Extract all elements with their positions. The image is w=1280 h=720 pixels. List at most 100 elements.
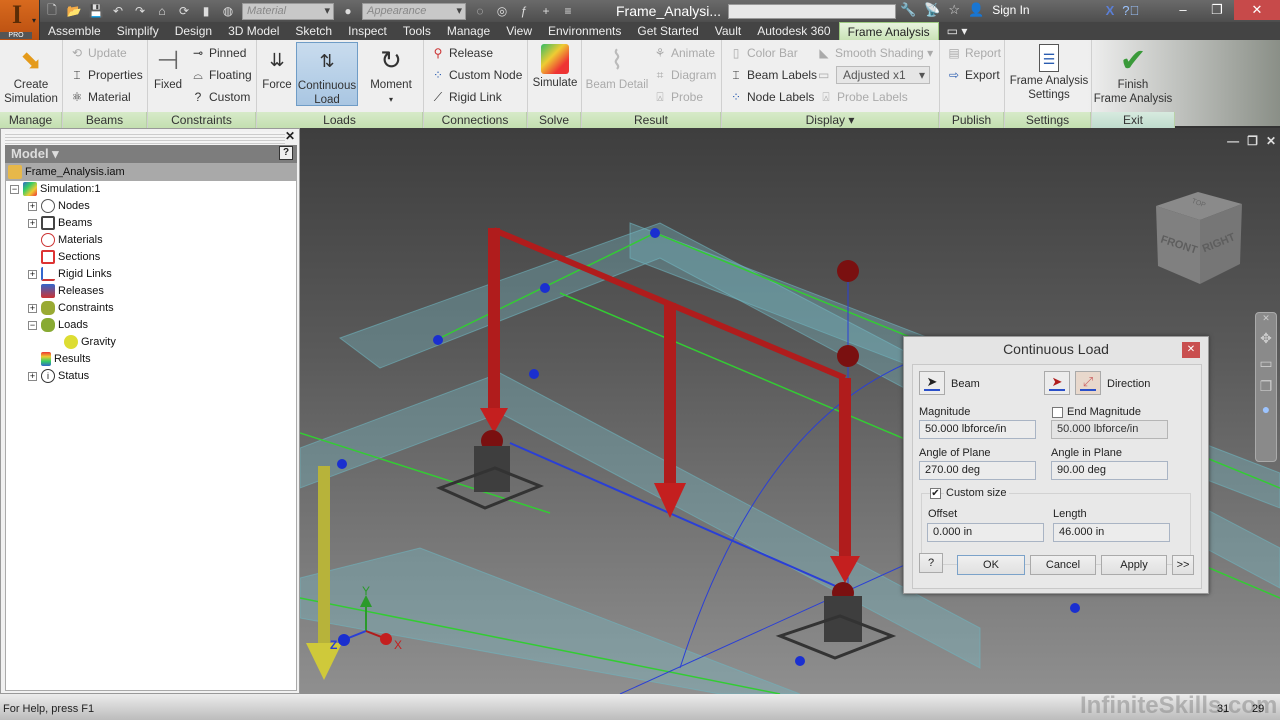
diagram-button[interactable]: ⌗ Diagram <box>652 66 717 84</box>
report-button[interactable]: ▤ Report <box>946 44 1001 62</box>
rigid-link-button[interactable]: ⟋ Rigid Link <box>430 88 502 106</box>
end-magnitude-input[interactable]: 50.000 lbforce/in <box>1051 420 1168 439</box>
expand-icon[interactable]: + <box>28 218 37 228</box>
pan-icon[interactable]: ▭ <box>1256 355 1276 372</box>
magnitude-input[interactable]: 50.000 lbforce/in <box>919 420 1036 439</box>
tree-item-releases[interactable]: Releases <box>41 283 104 300</box>
restore-button[interactable]: ❐ <box>1200 0 1234 20</box>
exchange-icon[interactable]: X <box>1106 3 1115 18</box>
close-window-button[interactable]: ✕ <box>1234 0 1280 20</box>
expand-icon[interactable]: + <box>28 201 37 211</box>
angle-in-plane-input[interactable]: 90.00 deg <box>1051 461 1168 480</box>
viewport-close-icon[interactable]: ✕ <box>1266 134 1276 148</box>
ok-button[interactable]: OK <box>957 555 1025 575</box>
tab-environments[interactable]: Environments <box>540 22 629 40</box>
length-input[interactable]: 46.000 in <box>1053 523 1170 542</box>
probe-button[interactable]: ⍓ Probe <box>652 88 703 106</box>
tab-sketch[interactable]: Sketch <box>287 22 340 40</box>
tab-inspect[interactable]: Inspect <box>340 22 395 40</box>
node-labels-button[interactable]: ⁘ Node Labels <box>728 88 814 106</box>
frame-analysis-settings-button[interactable]: ☰ Frame Analysis Settings <box>1007 42 1091 102</box>
browser-header-dropdown[interactable]: Model ▾ <box>5 145 297 163</box>
star-icon[interactable]: ☆ <box>948 2 960 18</box>
expand-icon[interactable]: + <box>28 371 37 381</box>
zoom-icon[interactable]: ❐ <box>1256 378 1276 395</box>
tab-design[interactable]: Design <box>167 22 220 40</box>
add-icon[interactable]: + <box>538 4 554 18</box>
floating-button[interactable]: ⌓ Floating <box>190 66 251 84</box>
end-magnitude-checkbox[interactable] <box>1052 407 1063 418</box>
release-button[interactable]: ⚲ Release <box>430 44 493 62</box>
tab-autodesk-360[interactable]: Autodesk 360 <box>749 22 838 40</box>
flip-direction-button[interactable]: ⤢ <box>1075 371 1101 395</box>
update-button[interactable]: ⟲ Update <box>69 44 127 62</box>
force-button[interactable]: ⇊ Force <box>259 42 295 92</box>
viewcube[interactable]: TOP FRONT RIGHT <box>1152 188 1244 288</box>
custom-node-button[interactable]: ⁘ Custom Node <box>430 66 522 84</box>
tab-manage[interactable]: Manage <box>439 22 498 40</box>
tree-item-gravity[interactable]: Gravity <box>64 334 116 351</box>
parameters-icon[interactable]: ƒ <box>516 4 532 18</box>
material-button[interactable]: ⚛ Material <box>69 88 131 106</box>
create-simulation-button[interactable]: ⬊ Create Simulation <box>2 42 60 106</box>
continuous-load-button[interactable]: ⇅ Continuous Load <box>296 42 358 106</box>
pinned-button[interactable]: ⊸ Pinned <box>190 44 246 62</box>
dialog-help-button[interactable]: ? <box>919 553 943 573</box>
tree-item-nodes[interactable]: + Nodes <box>28 198 90 215</box>
browser-close-icon[interactable]: ✕ <box>285 129 295 143</box>
user-icon[interactable]: 👤 <box>968 2 984 18</box>
tree-item-sections[interactable]: Sections <box>41 249 100 266</box>
expand-icon[interactable]: + <box>28 269 37 279</box>
tab-tools[interactable]: Tools <box>395 22 439 40</box>
tree-item-materials[interactable]: Materials <box>41 232 103 249</box>
navigation-bar[interactable]: ✕ ✥ ▭ ❐ ● <box>1255 312 1277 462</box>
simulate-button[interactable]: Simulate <box>530 42 580 90</box>
navbar-close-icon[interactable]: ✕ <box>1256 313 1276 324</box>
customize-icon[interactable]: ≡ <box>560 4 576 18</box>
appearance-combo[interactable]: Appearance <box>362 2 466 20</box>
collapse-icon[interactable]: − <box>28 320 37 330</box>
collapse-icon[interactable]: − <box>10 184 19 194</box>
tab-vault[interactable]: Vault <box>707 22 749 40</box>
select-icon[interactable]: ▮ <box>198 4 214 18</box>
adjust-icon[interactable]: ◎ <box>494 4 510 18</box>
help-icon[interactable]: ?⃝ <box>1122 3 1139 18</box>
tree-item-simulation[interactable]: − Simulation:1 <box>10 181 101 198</box>
direction-select-button[interactable]: ➤ <box>1044 371 1070 395</box>
color-bar-button[interactable]: ▯ Color Bar <box>728 44 798 62</box>
help-search-input[interactable] <box>728 4 896 19</box>
subscription-icon[interactable]: 📡 <box>924 2 940 18</box>
update-icon[interactable]: ⟳ <box>176 4 192 18</box>
beam-detail-button[interactable]: ⌇ Beam Detail <box>584 42 650 92</box>
tab-get-started[interactable]: Get Started <box>629 22 706 40</box>
sign-in-button[interactable]: Sign In <box>992 3 1029 17</box>
custom-constraint-button[interactable]: ? Custom <box>190 88 251 106</box>
material-combo[interactable]: Material <box>242 2 334 20</box>
viewport-restore-icon[interactable]: ❐ <box>1247 134 1258 148</box>
tab-view[interactable]: View <box>498 22 540 40</box>
expand-icon[interactable]: + <box>28 303 37 313</box>
new-icon[interactable]: 🗋 <box>44 1 60 22</box>
deformation-scale-combo[interactable]: Adjusted x1 <box>836 66 930 84</box>
tree-root[interactable]: Frame_Analysis.iam <box>6 164 296 181</box>
undo-icon[interactable]: ↶ <box>110 4 126 18</box>
orbit-icon[interactable]: ● <box>1256 401 1276 417</box>
moment-button[interactable]: ↻ Moment ▾ <box>363 42 419 107</box>
apply-button[interactable]: Apply <box>1101 555 1167 575</box>
tree-item-loads[interactable]: − Loads <box>28 317 88 334</box>
tab-assemble[interactable]: Assemble <box>40 22 109 40</box>
beam-select-button[interactable]: ➤ <box>919 371 945 395</box>
clear-appearance-icon[interactable]: ◌ <box>472 4 488 18</box>
steering-wheel-icon[interactable]: ✥ <box>1256 330 1276 347</box>
redo-icon[interactable]: ↷ <box>132 4 148 18</box>
beam-labels-button[interactable]: ⌶ Beam Labels <box>728 66 817 84</box>
panel-title-display[interactable]: Display ▾ <box>722 112 939 128</box>
key-icon[interactable]: 🔧 <box>900 2 916 18</box>
smooth-shading-button[interactable]: ◣ Smooth Shading ▾ <box>816 44 933 62</box>
animate-button[interactable]: ⚘ Animate <box>652 44 715 62</box>
tree-item-beams[interactable]: + Beams <box>28 215 92 232</box>
minimize-button[interactable]: – <box>1166 0 1200 20</box>
viewport-minimize-icon[interactable]: — <box>1227 134 1239 148</box>
probe-labels-button[interactable]: ⍓ Probe Labels <box>818 88 907 106</box>
tree-item-results[interactable]: Results <box>41 351 91 368</box>
